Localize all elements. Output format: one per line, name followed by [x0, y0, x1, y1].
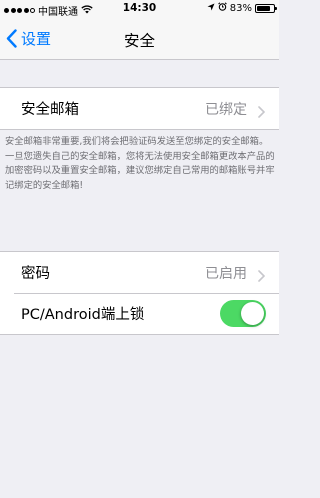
security-email-label: 安全邮箱	[21, 102, 79, 118]
location-arrow-icon	[207, 3, 215, 14]
email-group: 安全邮箱 已绑定	[0, 87, 279, 130]
chevron-right-icon	[258, 103, 266, 122]
back-button-label: 设置	[21, 30, 52, 48]
device-lock-label: PC/Android端上锁	[21, 307, 145, 323]
status-bar: 中国联通 14:30 83%	[0, 0, 279, 18]
password-group: 密码 已启用 PC/Android端上锁	[0, 251, 279, 335]
password-status: 已启用	[205, 265, 247, 282]
navigation-bar: 设置 安全	[0, 18, 279, 60]
chevron-right-icon	[258, 267, 266, 286]
password-label: 密码	[21, 266, 50, 282]
device-lock-row: PC/Android端上锁	[0, 293, 279, 334]
security-email-footnote: 安全邮箱非常重要,我们将会把验证码发送至您绑定的安全邮箱。一旦您遗失自己的安全邮…	[5, 136, 275, 191]
battery-percent: 83%	[229, 2, 252, 14]
security-email-status: 已绑定	[205, 101, 247, 118]
battery-icon	[255, 3, 277, 13]
back-button[interactable]: 设置	[6, 28, 51, 49]
toggle-knob	[241, 302, 264, 325]
alarm-clock-icon	[217, 2, 227, 14]
security-email-row[interactable]: 安全邮箱 已绑定	[0, 88, 279, 129]
password-row[interactable]: 密码 已启用	[0, 252, 279, 293]
chevron-left-icon	[6, 29, 17, 48]
device-lock-toggle[interactable]	[220, 300, 266, 327]
